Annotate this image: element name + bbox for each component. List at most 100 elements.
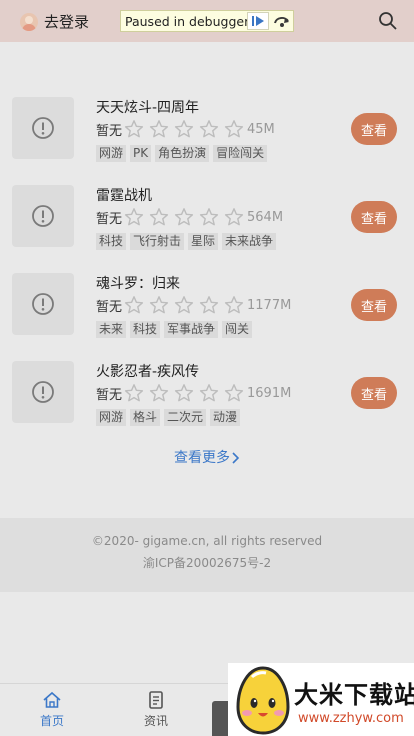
tag[interactable]: 飞行射击 xyxy=(130,233,185,250)
step-over-icon[interactable] xyxy=(271,12,293,30)
resume-icon[interactable] xyxy=(247,12,270,30)
watermark-url: www.zzhyw.com xyxy=(298,711,404,726)
view-button[interactable]: 查看 xyxy=(351,289,397,321)
file-size: 45M xyxy=(247,121,275,137)
star-icon xyxy=(199,119,219,139)
game-item[interactable]: 魂斗罗：归来暂无 1177M 未来 科技 军事战争 闯关 查看 xyxy=(0,273,414,361)
tag-list: 网游 PK 角色扮演 冒险闯关 xyxy=(96,145,271,162)
star-rating xyxy=(124,295,249,315)
nav-item-home[interactable]: 首页 xyxy=(22,690,82,729)
star-icon xyxy=(149,295,169,315)
tag[interactable]: PK xyxy=(130,145,152,162)
tag[interactable]: 网游 xyxy=(96,409,127,426)
tag[interactable]: 科技 xyxy=(96,233,127,250)
game-thumbnail[interactable] xyxy=(12,97,74,159)
tag[interactable]: 未来战争 xyxy=(222,233,277,250)
star-icon xyxy=(174,295,194,315)
game-thumbnail[interactable] xyxy=(12,361,74,423)
file-size: 564M xyxy=(247,209,284,225)
file-size: 1177M xyxy=(247,297,292,313)
search-icon[interactable] xyxy=(378,11,398,31)
news-icon xyxy=(149,691,163,709)
tag[interactable]: 科技 xyxy=(130,321,161,338)
star-icon xyxy=(124,207,144,227)
tag[interactable]: 二次元 xyxy=(164,409,207,426)
star-icon xyxy=(174,207,194,227)
nav-label-home: 首页 xyxy=(39,714,64,728)
alert-icon xyxy=(32,117,54,139)
tag-list: 网游 格斗 二次元 动漫 xyxy=(96,409,244,426)
more-link[interactable]: 查看更多 xyxy=(0,447,414,467)
debugger-overlay: Paused in debugger xyxy=(120,10,294,32)
tag[interactable]: 格斗 xyxy=(130,409,161,426)
star-icon xyxy=(149,119,169,139)
home-icon xyxy=(43,691,61,708)
avatar[interactable] xyxy=(20,13,38,31)
alert-icon xyxy=(32,381,54,403)
rating-line: 暂无 1691M xyxy=(96,383,291,403)
debugger-label: Paused in debugger xyxy=(125,13,250,29)
top-header: 去登录 Paused in debugger xyxy=(0,0,414,42)
watermark-title: 大米下载站 xyxy=(294,681,414,709)
view-button[interactable]: 查看 xyxy=(351,377,397,409)
star-icon xyxy=(199,383,219,403)
rating-text: 暂无 xyxy=(96,387,123,403)
more-label: 查看更多 xyxy=(174,450,230,466)
rice-mascot-logo xyxy=(236,666,290,735)
star-rating xyxy=(124,383,249,403)
game-item[interactable]: 天天炫斗-四周年暂无 45M 网游 PK 角色扮演 冒险闯关 查看 xyxy=(0,97,414,185)
rating-line: 暂无 1177M xyxy=(96,295,291,315)
tag[interactable]: 闯关 xyxy=(222,321,253,338)
nav-label-news: 资讯 xyxy=(143,714,168,728)
star-icon xyxy=(174,119,194,139)
page-footer: ©2020- gigame.cn, all rights reserved 渝I… xyxy=(0,518,414,592)
game-item[interactable]: 火影忍者-疾风传 暂无 1691M 网游 格斗 二次元 动漫 查看 xyxy=(0,361,414,449)
game-title[interactable]: 火影忍者-疾风传 xyxy=(96,361,199,381)
tag[interactable]: 星际 xyxy=(188,233,219,250)
chevron-right-icon xyxy=(232,452,240,464)
tag[interactable]: 军事战争 xyxy=(164,321,219,338)
game-thumbnail[interactable] xyxy=(12,185,74,247)
star-icon xyxy=(224,119,244,139)
star-rating xyxy=(124,207,249,227)
view-button[interactable]: 查看 xyxy=(351,201,397,233)
rating-text: 暂无 xyxy=(96,299,123,315)
alert-icon xyxy=(32,293,54,315)
star-icon xyxy=(199,207,219,227)
game-thumbnail[interactable] xyxy=(12,273,74,335)
icp-text[interactable]: 渝ICP备20002675号-2 xyxy=(0,554,414,571)
game-title[interactable]: 魂斗罗：归来 xyxy=(96,273,180,293)
star-icon xyxy=(224,383,244,403)
login-link[interactable]: 去登录 xyxy=(44,11,89,32)
file-size: 1691M xyxy=(247,385,292,401)
rating-line: 暂无 564M xyxy=(96,207,283,227)
star-icon xyxy=(199,295,219,315)
game-item[interactable]: 雷霆战机暂无 564M 科技 飞行射击 星际 未来战争 查看 xyxy=(0,185,414,273)
tag-list: 未来 科技 军事战争 闯关 xyxy=(96,321,256,338)
nav-item-news[interactable]: 资讯 xyxy=(126,690,186,729)
tag[interactable]: 动漫 xyxy=(210,409,241,426)
tag[interactable]: 冒险闯关 xyxy=(213,145,268,162)
star-icon xyxy=(224,295,244,315)
alert-icon xyxy=(32,205,54,227)
view-button[interactable]: 查看 xyxy=(351,113,397,145)
rating-line: 暂无 45M xyxy=(96,119,275,139)
tag[interactable]: 网游 xyxy=(96,145,127,162)
tag[interactable]: 未来 xyxy=(96,321,127,338)
game-title[interactable]: 天天炫斗-四周年 xyxy=(96,97,199,117)
rating-text: 暂无 xyxy=(96,211,123,227)
star-icon xyxy=(149,383,169,403)
star-icon xyxy=(124,383,144,403)
site-watermark: 大米下载站 www.zzhyw.com xyxy=(228,663,414,736)
game-title[interactable]: 雷霆战机 xyxy=(96,185,152,205)
star-icon xyxy=(124,295,144,315)
star-icon xyxy=(174,383,194,403)
star-icon xyxy=(124,119,144,139)
rating-text: 暂无 xyxy=(96,123,123,139)
copyright-text: ©2020- gigame.cn, all rights reserved xyxy=(91,534,323,548)
star-rating xyxy=(124,119,249,139)
star-icon xyxy=(224,207,244,227)
star-icon xyxy=(149,207,169,227)
tag[interactable]: 角色扮演 xyxy=(155,145,210,162)
tag-list: 科技 飞行射击 星际 未来战争 xyxy=(96,233,280,250)
